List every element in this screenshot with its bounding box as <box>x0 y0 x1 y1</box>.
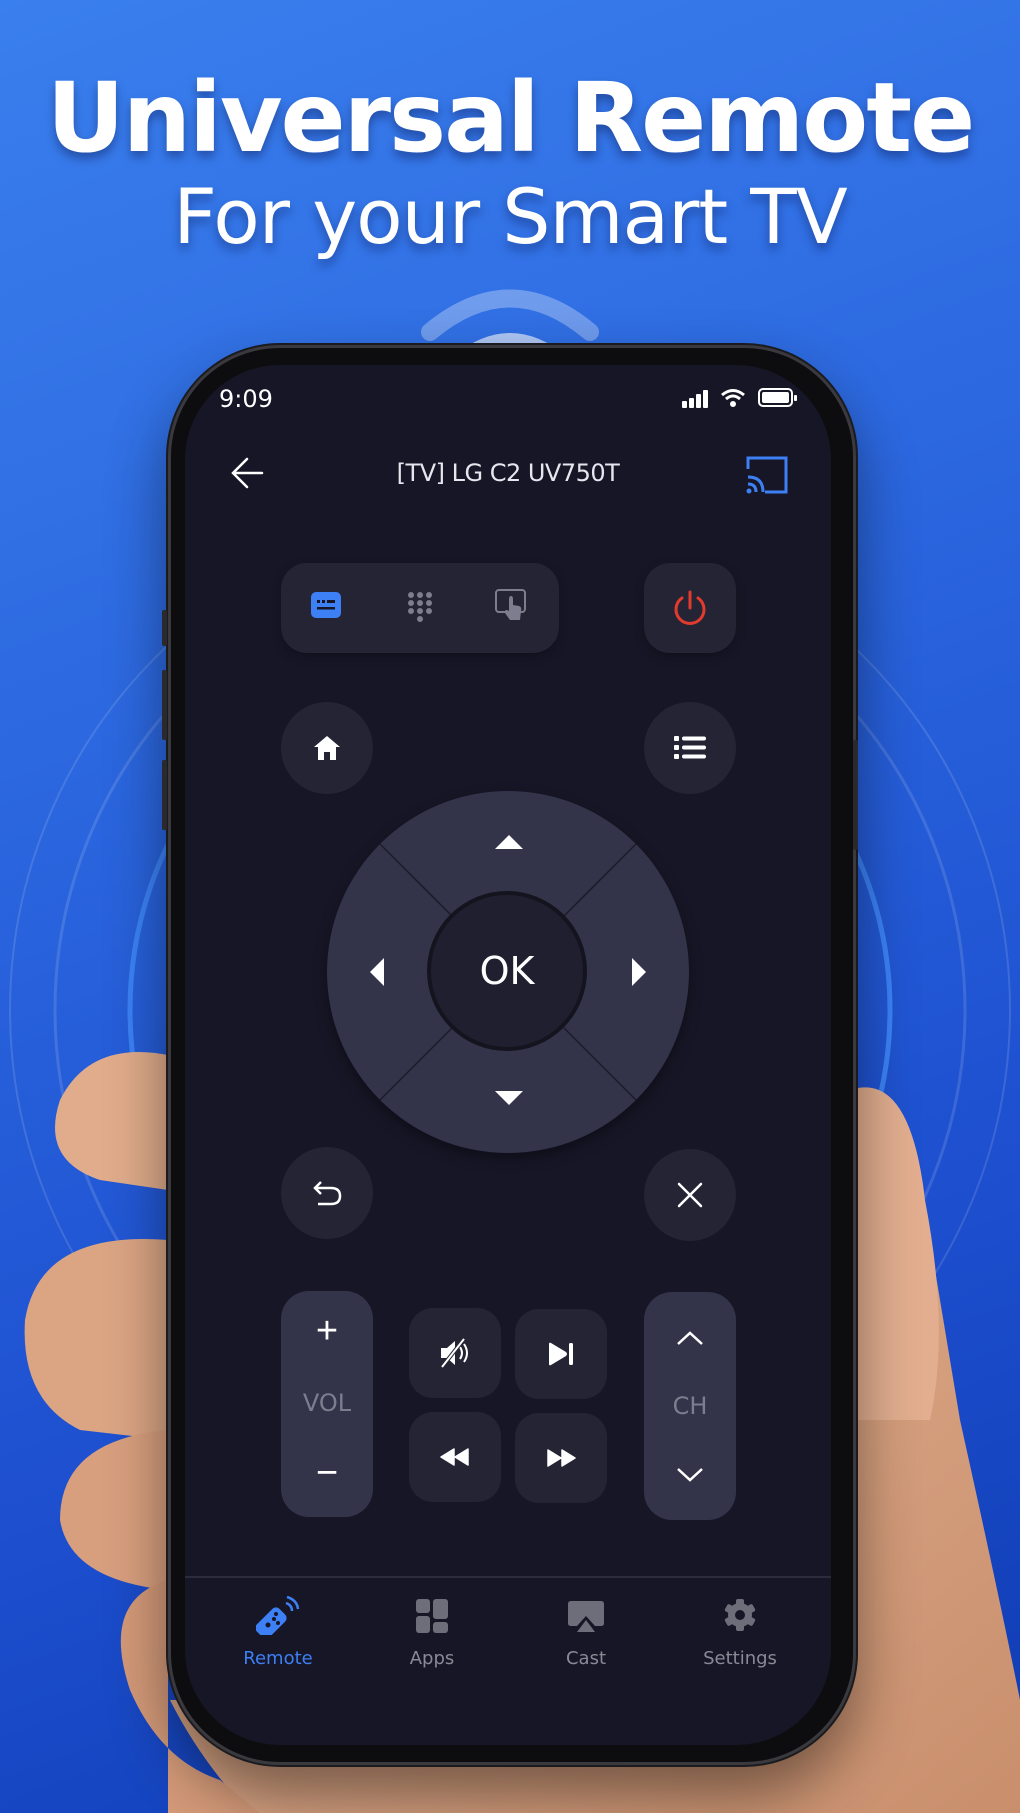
tab-label: Cast <box>565 1648 607 1669</box>
channel-rocker: CH <box>644 1292 736 1520</box>
list-icon <box>674 736 706 759</box>
volume-label: VOL <box>302 1389 352 1417</box>
signal-icon <box>682 390 708 408</box>
power-button[interactable] <box>644 563 736 653</box>
home-icon <box>314 736 340 760</box>
return-icon <box>313 1181 342 1206</box>
channel-up-button[interactable] <box>676 1330 704 1346</box>
tab-label: Settings <box>703 1648 777 1669</box>
tab-bar-divider <box>185 1576 831 1578</box>
dpad-left-button[interactable] <box>369 957 385 987</box>
status-time: 9:09 <box>219 385 273 413</box>
phone-side-button <box>162 760 167 830</box>
apps-grid-icon <box>416 1599 448 1633</box>
close-icon <box>677 1182 703 1208</box>
ok-button[interactable]: OK <box>427 891 587 1051</box>
dpad-right-button[interactable] <box>631 957 647 987</box>
battery-icon <box>758 388 797 407</box>
tab-remote[interactable]: Remote <box>203 1595 353 1669</box>
mute-icon <box>440 1338 468 1368</box>
rewind-button[interactable] <box>409 1412 501 1502</box>
channel-label: CH <box>672 1392 708 1420</box>
tab-label: Remote <box>243 1648 313 1669</box>
fast-forward-icon <box>547 1449 576 1467</box>
play-next-icon <box>549 1342 573 1366</box>
tab-cast[interactable]: Cast <box>511 1595 661 1669</box>
numpad-mode-button[interactable] <box>407 591 433 623</box>
airplay-icon <box>568 1601 604 1632</box>
volume-up-button[interactable]: + <box>281 1309 373 1353</box>
dpad-down-button[interactable] <box>494 1090 524 1106</box>
phone-side-button <box>853 740 858 850</box>
volume-rocker: + VOL − <box>281 1291 373 1517</box>
fast-forward-button[interactable] <box>515 1413 607 1503</box>
keyboard-mode-button[interactable] <box>311 592 341 618</box>
tab-label: Apps <box>409 1648 455 1669</box>
volume-down-button[interactable]: − <box>281 1451 373 1495</box>
device-title: [TV] LG C2 UV750T <box>396 459 620 487</box>
rewind-icon <box>440 1448 469 1466</box>
menu-button[interactable] <box>644 702 736 794</box>
play-next-button[interactable] <box>515 1309 607 1399</box>
gear-icon <box>724 1599 756 1631</box>
screen-cast-icon[interactable] <box>745 455 789 495</box>
phone-side-button <box>162 610 167 646</box>
wifi-icon <box>721 389 745 407</box>
return-button[interactable] <box>281 1147 373 1239</box>
tab-settings[interactable]: Settings <box>665 1595 815 1669</box>
phone-side-button <box>162 670 167 740</box>
channel-down-button[interactable] <box>676 1467 704 1483</box>
dpad-up-button[interactable] <box>494 834 524 850</box>
exit-button[interactable] <box>644 1149 736 1241</box>
tab-apps[interactable]: Apps <box>357 1595 507 1669</box>
mute-button[interactable] <box>409 1308 501 1398</box>
home-button[interactable] <box>281 702 373 794</box>
remote-icon <box>255 1595 300 1639</box>
touchpad-mode-button[interactable] <box>495 589 527 621</box>
power-icon <box>674 590 706 625</box>
app-screen: 9:09 [TV] LG C2 UV750T OK + VOL − CH Rem… <box>185 365 831 1745</box>
dpad: OK <box>327 791 689 1153</box>
